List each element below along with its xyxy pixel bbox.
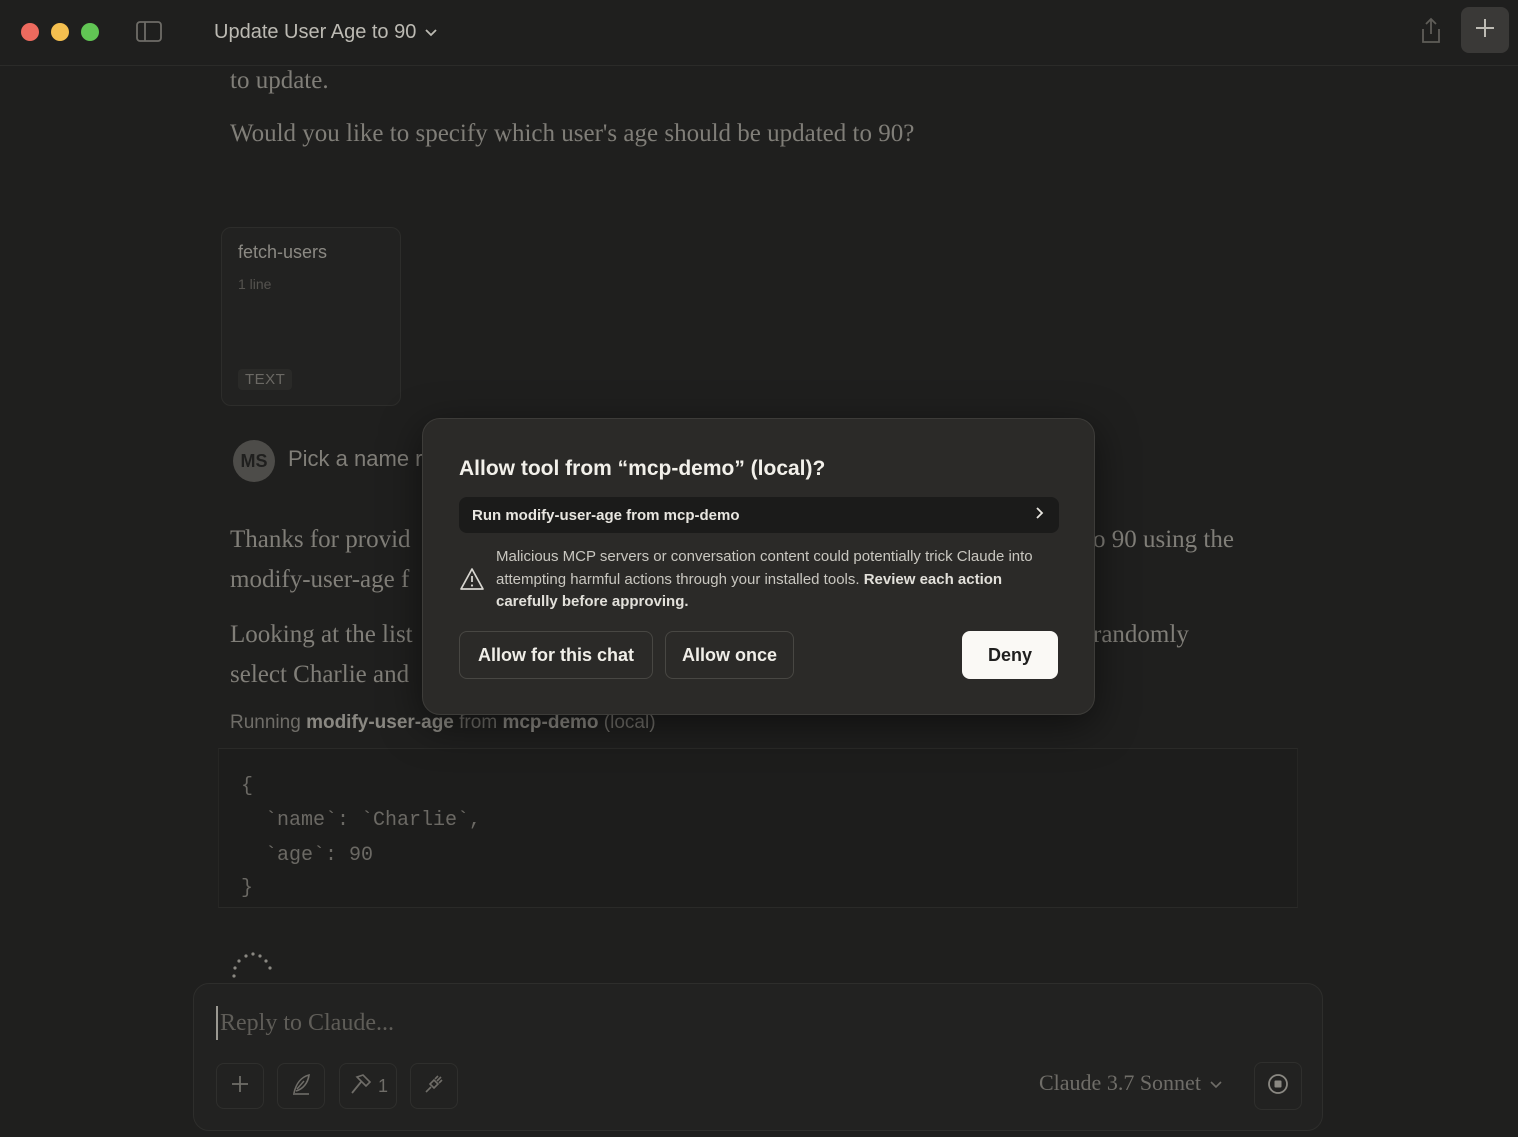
new-chat-button[interactable] (1461, 7, 1509, 53)
assistant-reply-line: o 90 using the (1093, 526, 1234, 553)
stop-icon (1267, 1073, 1289, 1100)
running-tool-name: modify-user-age (306, 712, 454, 733)
allow-for-chat-button[interactable]: Allow for this chat (459, 631, 653, 679)
assistant-question: Would you like to specify which user's a… (230, 120, 915, 147)
run-tool-details-toggle[interactable]: Run modify-user-age from mcp-demo (459, 497, 1059, 533)
code-line: `age`: 90 (241, 844, 374, 867)
style-button[interactable] (277, 1063, 325, 1109)
running-from: from (459, 712, 498, 733)
hammer-icon (348, 1073, 372, 1100)
assistant-reply-line: modify-user-age f (230, 566, 410, 593)
plus-icon (230, 1074, 250, 1099)
warning-icon (459, 567, 485, 591)
run-tool-label: Run modify-user-age from mcp-demo (472, 506, 740, 524)
allow-once-button[interactable]: Allow once (665, 631, 794, 679)
composer: 1 Claude 3.7 Sonnet (193, 983, 1323, 1131)
tools-button[interactable]: 1 (339, 1063, 397, 1109)
tool-running-status[interactable]: Running modify-user-age from mcp-demo (l… (230, 712, 656, 734)
file-meta: 1 line (238, 276, 272, 292)
maximize-window-button[interactable] (81, 23, 99, 41)
stop-button[interactable] (1254, 1062, 1302, 1110)
avatar: MS (233, 440, 275, 482)
chat-title: Update User Age to 90 (214, 20, 417, 43)
tools-count: 1 (377, 1075, 388, 1096)
file-name: fetch-users (238, 242, 328, 262)
plus-icon (1474, 17, 1496, 44)
warning-text: Malicious MCP servers or conversation co… (496, 546, 1066, 614)
user-message: Pick a name r (288, 446, 423, 471)
integrations-button[interactable] (410, 1063, 458, 1109)
assistant-text-tail: to update. (230, 67, 329, 94)
running-scope: (local) (603, 712, 656, 733)
chevron-right-icon (1035, 506, 1045, 525)
tool-permission-dialog: Allow tool from “mcp-demo” (local)? Run … (422, 418, 1095, 715)
spinner-icon (231, 952, 275, 982)
share-icon[interactable] (1418, 16, 1444, 46)
assistant-reply-line: Looking at the list (230, 621, 413, 648)
file-attachment-card[interactable]: fetch-users 1 line TEXT (221, 227, 401, 406)
running-server-name: mcp-demo (502, 712, 599, 733)
feather-icon (290, 1072, 312, 1101)
chat-title-dropdown[interactable]: Update User Age to 90 (214, 17, 438, 47)
model-name: Claude 3.7 Sonnet (1039, 1070, 1201, 1095)
assistant-reply-line: Thanks for provid (230, 526, 411, 553)
code-line: } (241, 877, 254, 900)
dialog-title: Allow tool from “mcp-demo” (local)? (459, 457, 826, 480)
plug-icon (423, 1073, 445, 1100)
code-line: { (241, 775, 254, 798)
tool-input-code-block: { `name`: `Charlie`, `age`: 90 } (218, 748, 1298, 908)
file-type-badge: TEXT (238, 369, 293, 390)
minimize-window-button[interactable] (51, 23, 69, 41)
assistant-reply-line: randomly (1093, 621, 1189, 648)
running-prefix: Running (230, 712, 301, 733)
sidebar-toggle-icon[interactable] (136, 21, 162, 42)
deny-button[interactable]: Deny (962, 631, 1058, 679)
chevron-down-icon (424, 21, 438, 44)
reply-input[interactable] (216, 1006, 1116, 1040)
title-bar: Update User Age to 90 (0, 0, 1518, 66)
code-line: `name`: `Charlie`, (241, 809, 482, 832)
model-selector[interactable]: Claude 3.7 Sonnet (1039, 1070, 1223, 1096)
chevron-down-icon (1209, 1070, 1223, 1096)
assistant-reply-line: select Charlie and (230, 661, 410, 688)
add-attachment-button[interactable] (216, 1063, 264, 1109)
close-window-button[interactable] (21, 23, 39, 41)
